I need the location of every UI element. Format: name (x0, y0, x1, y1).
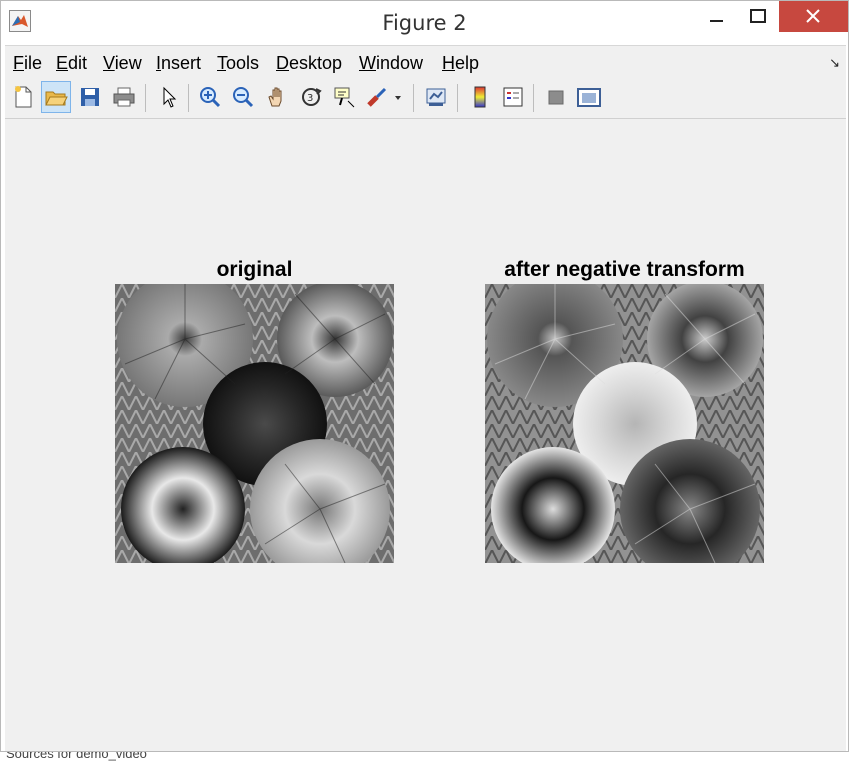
toolbar-separator (188, 84, 189, 112)
toolbar-separator (413, 84, 414, 112)
open-file-icon[interactable] (41, 81, 71, 113)
print-icon[interactable] (109, 81, 139, 113)
toolbar-separator (533, 84, 534, 112)
axes-title-original: original (216, 258, 293, 281)
hide-plot-tools-icon[interactable] (541, 81, 571, 113)
zoom-in-icon[interactable] (195, 81, 225, 113)
toolbar-separator (457, 84, 458, 112)
menu-file[interactable]: File (13, 53, 42, 74)
original-image[interactable] (115, 284, 394, 563)
figure-window: Figure 2 File Edit View Insert Tools Des… (0, 0, 849, 752)
menu-window[interactable]: Window (359, 53, 423, 74)
svg-text:3: 3 (307, 93, 313, 104)
brush-icon[interactable] (364, 81, 406, 113)
figure-toolbar: 3 (5, 77, 846, 119)
background-text-strip: Sources for demo_video (0, 752, 849, 762)
axes-title-negative: after negative transform (504, 258, 745, 281)
new-figure-icon[interactable] (8, 81, 38, 113)
link-plot-icon[interactable] (421, 81, 451, 113)
menu-insert[interactable]: Insert (156, 53, 201, 74)
menu-view[interactable]: View (103, 53, 142, 74)
menu-desktop[interactable]: Desktop (276, 53, 342, 74)
legend-icon[interactable] (498, 81, 528, 113)
menu-bar: File Edit View Insert Tools Desktop Wind… (5, 45, 846, 77)
close-button[interactable] (779, 1, 848, 32)
rotate-3d-icon[interactable]: 3 (296, 81, 326, 113)
pan-hand-icon[interactable] (262, 81, 292, 113)
menu-tools[interactable]: Tools (217, 53, 259, 74)
data-cursor-icon[interactable] (329, 81, 359, 113)
save-icon[interactable] (75, 81, 105, 113)
edit-plot-arrow-icon[interactable] (153, 81, 183, 113)
maximize-button[interactable] (735, 1, 781, 32)
colorbar-icon[interactable] (465, 81, 495, 113)
dock-figure-icon[interactable]: ↘ (829, 55, 840, 71)
menu-help[interactable]: Help (442, 53, 479, 74)
title-bar[interactable]: Figure 2 (1, 1, 848, 45)
background-partial-text: Sources for demo_video (6, 752, 147, 761)
menu-edit[interactable]: Edit (56, 53, 87, 74)
zoom-out-icon[interactable] (228, 81, 258, 113)
negative-image[interactable] (485, 284, 764, 563)
figure-canvas[interactable]: original after negative transform (5, 119, 846, 751)
toolbar-separator (145, 84, 146, 112)
show-plot-tools-icon[interactable] (574, 81, 604, 113)
